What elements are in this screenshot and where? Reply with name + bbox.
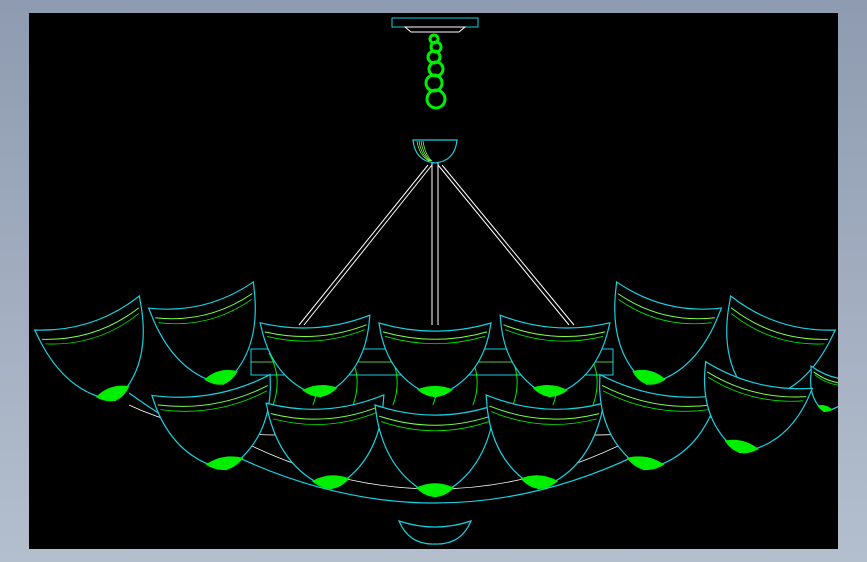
arm-line — [298, 164, 429, 326]
lower-shade — [151, 373, 271, 471]
upper-shade — [614, 280, 723, 385]
upper-shade — [33, 294, 144, 402]
lower-shade — [485, 393, 605, 490]
lower-shade — [599, 373, 719, 471]
lower-shade — [374, 404, 496, 498]
hub-detail — [416, 140, 430, 162]
bottom-knob — [397, 520, 473, 545]
chandelier-drawing — [33, 17, 838, 545]
canopy-base — [403, 26, 467, 33]
upper-shade — [378, 322, 492, 398]
chain-link — [424, 73, 444, 93]
cad-viewport[interactable] — [29, 13, 838, 549]
upper-shade — [147, 280, 256, 385]
lower-shade-row — [151, 360, 814, 498]
arm-line — [441, 164, 575, 326]
upper-shade — [499, 314, 611, 398]
arm-line — [437, 164, 570, 326]
chain-link — [425, 88, 447, 110]
canopy-plate — [391, 17, 479, 28]
arm-line — [303, 164, 433, 326]
shade-body — [378, 322, 492, 398]
lower-shade — [265, 393, 385, 490]
